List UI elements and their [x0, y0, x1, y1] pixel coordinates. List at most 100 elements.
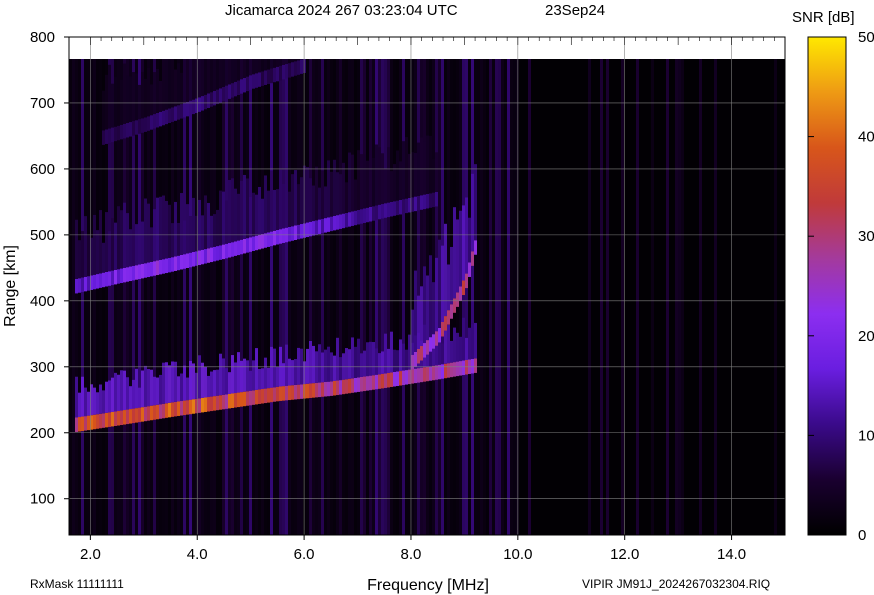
echo-cell	[159, 404, 162, 419]
echo-cell	[342, 213, 345, 229]
heatmap-column	[375, 59, 378, 535]
heatmap-column	[747, 59, 750, 535]
spread-cell	[354, 179, 357, 211]
echo-cell	[198, 398, 201, 413]
spread-cell	[96, 230, 99, 275]
echo-cell	[132, 408, 135, 424]
echo-cell	[96, 274, 99, 289]
heatmap-column	[213, 59, 216, 535]
echo-cell	[123, 123, 126, 139]
echo-cell	[336, 215, 339, 230]
heatmap-column	[285, 59, 288, 535]
echo-cell	[285, 64, 288, 79]
echo-cell	[273, 67, 276, 83]
heatmap-column	[516, 59, 519, 535]
echo-cell	[258, 389, 261, 404]
heatmap-column	[609, 59, 612, 535]
echo-cell	[324, 218, 327, 233]
echo-cell	[414, 196, 417, 212]
spread-cell	[459, 210, 462, 287]
echo-cell	[183, 254, 186, 269]
heatmap-column	[339, 59, 342, 535]
heatmap-column	[780, 59, 783, 535]
spread-cell	[84, 216, 87, 277]
spread-cell	[171, 361, 174, 403]
heatmap-column	[231, 59, 234, 535]
spread-cell	[426, 135, 429, 194]
heatmap-column	[312, 59, 315, 535]
echo-cell	[195, 251, 198, 266]
spread-cell	[291, 174, 294, 227]
echo-cell	[399, 371, 402, 386]
spread-cell	[126, 377, 129, 410]
spread-cell	[327, 346, 330, 382]
spread-cell	[180, 193, 183, 255]
spread-cell	[174, 201, 177, 257]
echo-cell	[132, 121, 135, 136]
spread-cell	[423, 141, 426, 195]
echo-cell	[429, 337, 432, 352]
echo-cell	[144, 263, 147, 278]
spread-cell	[168, 204, 171, 258]
spread-cell	[321, 170, 324, 219]
echo-cell	[354, 377, 357, 393]
heatmap-column	[411, 59, 414, 535]
echo-cell	[171, 402, 174, 417]
echo-cell	[318, 382, 321, 398]
echo-cell	[309, 383, 312, 398]
echo-cell	[309, 221, 312, 237]
spread-cell	[258, 368, 261, 390]
spread-cell	[120, 79, 123, 125]
heatmap-column	[621, 59, 624, 535]
spread-cell	[276, 189, 279, 230]
spread-cell	[159, 374, 162, 405]
spread-cell	[87, 235, 90, 277]
spread-cell	[309, 178, 312, 222]
echo-cell	[423, 367, 426, 382]
spread-cell	[351, 154, 354, 212]
heatmap-column	[558, 59, 561, 535]
echo-cell	[192, 399, 195, 414]
echo-cell	[195, 398, 198, 414]
heatmap-column	[756, 59, 759, 535]
echo-cell	[210, 247, 213, 263]
echo-cell	[234, 241, 237, 256]
echo-cell	[102, 272, 105, 288]
y-tick-label: 200	[30, 425, 55, 442]
spread-cell	[147, 369, 150, 407]
spread-cell	[321, 352, 324, 383]
echo-cell	[411, 197, 414, 212]
echo-cell	[471, 358, 474, 374]
echo-cell	[192, 99, 195, 115]
echo-cell	[366, 376, 369, 391]
spread-cell	[111, 377, 114, 412]
echo-cell	[210, 92, 213, 107]
spread-cell	[213, 370, 216, 397]
spread-cell	[216, 369, 219, 396]
echo-cell	[462, 280, 465, 296]
x-tick-label: 14.0	[717, 546, 746, 563]
echo-cell	[246, 76, 249, 92]
echo-cell	[111, 127, 114, 143]
spread-cell	[237, 352, 240, 393]
echo-cell	[378, 374, 381, 389]
echo-cell	[474, 240, 477, 255]
spread-cell	[264, 175, 267, 234]
echo-cell	[195, 98, 198, 114]
echo-cell	[240, 392, 243, 407]
spread-cell	[225, 200, 228, 244]
heatmap-column	[201, 59, 204, 535]
heatmap-column	[258, 59, 261, 535]
echo-cell	[303, 384, 306, 399]
echo-cell	[120, 124, 123, 140]
echo-cell	[105, 271, 108, 287]
echo-cell	[294, 384, 297, 400]
echo-cell	[231, 242, 234, 257]
echo-cell	[426, 366, 429, 382]
echo-cell	[111, 270, 114, 286]
colorbar-tick-label: 40	[858, 129, 874, 146]
heatmap-column	[693, 59, 696, 535]
heatmap-column	[642, 59, 645, 535]
spread-cell	[114, 372, 117, 412]
heatmap-column	[771, 59, 774, 535]
